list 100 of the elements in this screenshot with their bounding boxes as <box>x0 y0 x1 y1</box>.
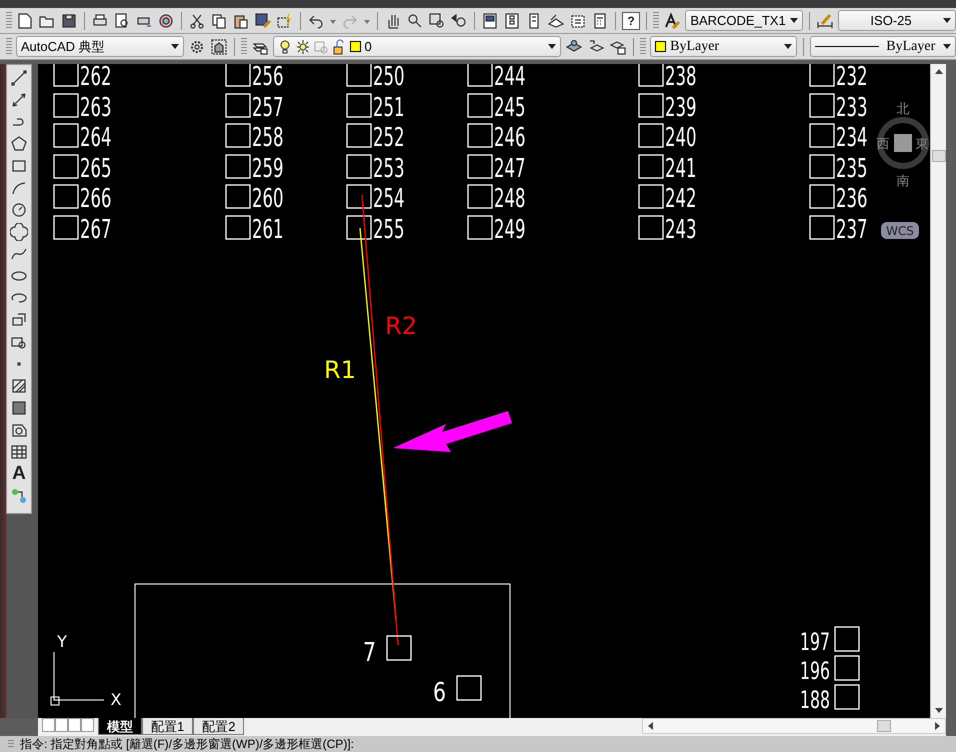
scroll-thumb[interactable] <box>932 150 946 162</box>
compass-ring[interactable] <box>877 117 929 169</box>
layout-tab[interactable]: 配置1 <box>142 718 194 735</box>
horizontal-scrollbar[interactable] <box>642 718 946 734</box>
point-label: 266 <box>80 184 112 214</box>
multiline-text-button[interactable]: A <box>10 465 28 483</box>
vertical-scrollbar[interactable] <box>930 64 946 718</box>
double-arrow-line-icon[interactable] <box>10 91 28 109</box>
publish-icon[interactable] <box>157 12 175 30</box>
point-marker <box>225 154 251 179</box>
point-marker <box>225 184 251 209</box>
point-marker <box>638 64 664 87</box>
point-label: 232 <box>836 64 868 92</box>
line-sample <box>814 46 879 47</box>
point-marker <box>467 184 493 209</box>
gradient-icon[interactable] <box>10 399 28 417</box>
tab-next-button[interactable] <box>68 718 81 732</box>
point-marker <box>53 123 79 148</box>
point-marker <box>809 154 835 179</box>
layout-tab[interactable]: 配置2 <box>193 718 244 735</box>
dimension-style-icon[interactable] <box>816 12 834 30</box>
point-marker <box>467 154 493 179</box>
text-style-icon[interactable] <box>663 12 681 30</box>
wcs-button[interactable]: WCS <box>881 222 919 239</box>
line-label: R2 <box>385 312 417 340</box>
command-line-text: 指令: 指定對角點或 [籬選(F)/多邊形窗選(WP)/多邊形框選(CP)]: <box>20 737 354 751</box>
scroll-up-icon[interactable] <box>934 68 942 74</box>
point-label: 257 <box>252 93 284 124</box>
properties-icon[interactable] <box>481 12 499 30</box>
point-marker <box>346 123 372 148</box>
compass-label: 西 <box>876 137 890 152</box>
scroll-right-icon[interactable] <box>935 722 941 730</box>
point-marker <box>638 154 664 179</box>
zoom-icon[interactable] <box>406 12 424 30</box>
point-marker <box>386 635 412 661</box>
new-file-icon[interactable] <box>16 12 34 30</box>
drawing-canvas[interactable]: 北 西 東 南 WCS 262 263 264 265 266 267 256 257 258 259 260 261 250 251 252 253 254 255 244 245 246 247 248 249 238 239 240 241 242 243 232 233 234 235 236 237 R1 R2 7 6 197 196 188 Y X <box>38 64 930 718</box>
point-marker <box>467 123 493 148</box>
point-label: 7 <box>363 636 376 668</box>
point-marker <box>467 215 493 240</box>
line-icon[interactable] <box>10 69 28 87</box>
scroll-down-icon[interactable] <box>934 708 942 714</box>
save-icon[interactable] <box>60 12 78 30</box>
zoom-previous-icon[interactable] <box>450 12 468 30</box>
point-marker <box>225 64 251 87</box>
compass-label: 南 <box>896 174 910 189</box>
text-style-dropdown[interactable]: BARCODE_TX1 <box>685 10 803 31</box>
point-label: 235 <box>836 154 868 184</box>
layer-dropdown[interactable]: 0 <box>272 36 562 57</box>
point-label: 245 <box>494 93 526 124</box>
layout-tab[interactable]: 模型 <box>98 718 142 735</box>
table-icon[interactable] <box>10 443 28 461</box>
axis-label: X <box>110 690 122 709</box>
point-marker <box>225 123 251 148</box>
help-button[interactable]: ? <box>622 12 640 30</box>
tab-last-button[interactable] <box>81 718 94 732</box>
copy-icon[interactable] <box>210 12 228 30</box>
point-marker <box>834 684 860 710</box>
point-label: 239 <box>665 93 696 124</box>
point-marker <box>346 215 372 240</box>
tab-first-button[interactable] <box>42 718 55 732</box>
point-label: 197 <box>800 628 830 656</box>
pentagon-icon[interactable] <box>10 135 28 153</box>
dimension-style-dropdown[interactable]: ISO-25 <box>838 10 956 31</box>
brush-icon[interactable] <box>254 12 272 30</box>
point-marker <box>53 64 79 87</box>
point-label: 265 <box>80 154 112 184</box>
stacked-sheets-icon[interactable] <box>547 12 565 30</box>
add-selected-icon[interactable] <box>10 487 28 505</box>
point-label: 250 <box>373 64 404 92</box>
light-bulb-icon[interactable] <box>278 38 292 54</box>
point-marker <box>638 184 664 209</box>
point-marker <box>809 123 835 148</box>
workspace-icon[interactable] <box>210 38 228 56</box>
unlocked-padlock-icon[interactable] <box>332 38 346 54</box>
grid-panel-icon[interactable] <box>503 12 521 30</box>
point-label: 6 <box>433 676 446 708</box>
point-label: 236 <box>836 184 868 214</box>
workspace-dropdown[interactable]: AutoCAD 典型 <box>16 36 184 57</box>
point-label: 243 <box>665 215 696 246</box>
scroll-thumb[interactable] <box>877 720 891 732</box>
point-label: 254 <box>373 184 404 214</box>
point-marker <box>53 154 79 179</box>
point-label: 249 <box>494 215 526 246</box>
hatch-icon[interactable] <box>10 377 28 395</box>
sun-icon[interactable] <box>296 38 310 54</box>
color-swatch <box>655 41 666 52</box>
point-marker <box>467 64 493 87</box>
point-marker <box>638 123 664 148</box>
tab-previous-button[interactable] <box>55 718 68 732</box>
point-marker <box>225 93 251 118</box>
scroll-left-icon[interactable] <box>647 722 653 730</box>
point-label: 253 <box>373 154 404 184</box>
cloud-icon[interactable] <box>10 223 28 241</box>
circle-icon[interactable] <box>10 201 28 219</box>
zoom-window-icon[interactable] <box>428 12 446 30</box>
color-dropdown[interactable]: ByLayer <box>650 36 797 57</box>
point-label: 188 <box>800 686 830 714</box>
wcs-label: WCS <box>886 224 914 238</box>
linetype-dropdown[interactable]: ByLayer <box>810 36 956 57</box>
